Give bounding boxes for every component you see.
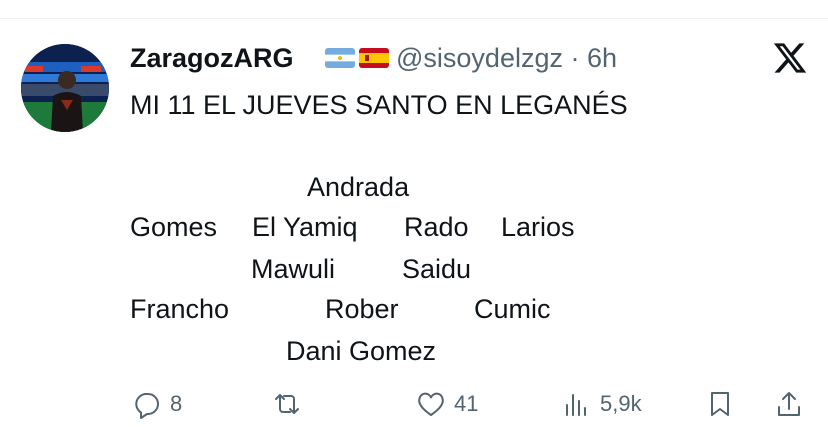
flags: [325, 48, 389, 68]
lineup-defenders-row: Gomes: [130, 210, 217, 244]
retweet-button[interactable]: [272, 388, 302, 420]
top-divider: [0, 18, 828, 19]
spain-flag-icon: [359, 48, 389, 68]
heart-icon: [418, 392, 444, 416]
bookmark-button[interactable]: [705, 388, 735, 420]
avatar-image: [21, 44, 109, 132]
lineup-player: Rado: [404, 212, 469, 242]
handle[interactable]: @sisoydelzgz: [396, 43, 563, 73]
share-icon: [778, 392, 800, 416]
lineup-player: Rober: [325, 294, 399, 324]
lineup-goalkeeper: Andrada: [307, 172, 410, 202]
lineup-player: Saidu: [402, 254, 472, 284]
tweet-title-line: MI 11 EL JUEVES SANTO EN LEGANÉS: [130, 90, 628, 120]
views-count: 5,9k: [600, 391, 642, 416]
like-button[interactable]: 41: [416, 388, 478, 420]
lineup-player: Francho: [130, 294, 230, 324]
retweet-icon: [275, 394, 299, 414]
share-button[interactable]: [774, 388, 804, 420]
views-button[interactable]: 5,9k: [562, 388, 642, 420]
like-count: 41: [454, 391, 479, 416]
lineup-player: Larios: [501, 212, 575, 242]
lineup-forward: Dani Gomez: [286, 336, 437, 366]
display-name[interactable]: ZaragozARG: [130, 40, 294, 76]
avatar[interactable]: [21, 44, 109, 132]
bookmark-icon: [711, 392, 729, 416]
lineup-player: El Yamiq: [252, 212, 358, 242]
lineup-player: Cumic: [474, 294, 551, 324]
lineup-player: Mawuli: [251, 254, 336, 284]
argentina-flag-icon: [325, 48, 355, 68]
handle-and-time[interactable]: @sisoydelzgz · 6h: [396, 40, 617, 76]
x-logo-icon[interactable]: [772, 40, 808, 76]
reply-button[interactable]: 8: [132, 388, 182, 420]
lineup-player: Gomes: [130, 212, 218, 242]
reply-icon: [135, 393, 159, 419]
timestamp[interactable]: 6h: [587, 43, 617, 73]
reply-count: 8: [170, 391, 183, 416]
separator: ·: [570, 43, 580, 73]
views-icon: [566, 394, 586, 416]
